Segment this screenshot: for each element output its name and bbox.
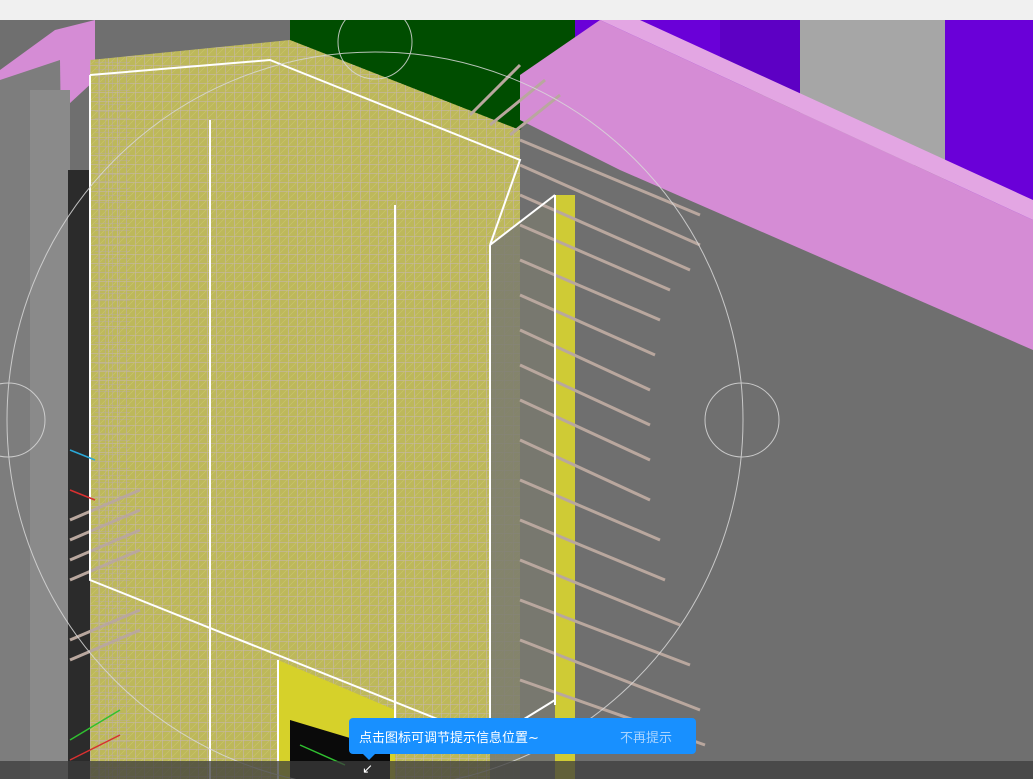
model-scene[interactable] bbox=[0, 20, 1033, 779]
status-bar bbox=[0, 761, 1033, 779]
left-dark-gap bbox=[68, 170, 90, 779]
3d-viewport[interactable] bbox=[0, 20, 1033, 779]
rebar-column-left bbox=[95, 60, 130, 779]
dont-show-again-link[interactable]: 不再提示 bbox=[620, 727, 686, 746]
move-corner-icon[interactable]: ↙ bbox=[362, 762, 386, 778]
hint-message: 点击图标可调节提示信息位置~ bbox=[359, 730, 539, 746]
rebar-mesh bbox=[90, 40, 520, 779]
left-wall-face bbox=[30, 90, 70, 779]
top-bar bbox=[0, 0, 1033, 20]
hint-tooltip: 点击图标可调节提示信息位置~ 不再提示 bbox=[349, 718, 696, 754]
tooltip-arrow bbox=[363, 754, 375, 760]
